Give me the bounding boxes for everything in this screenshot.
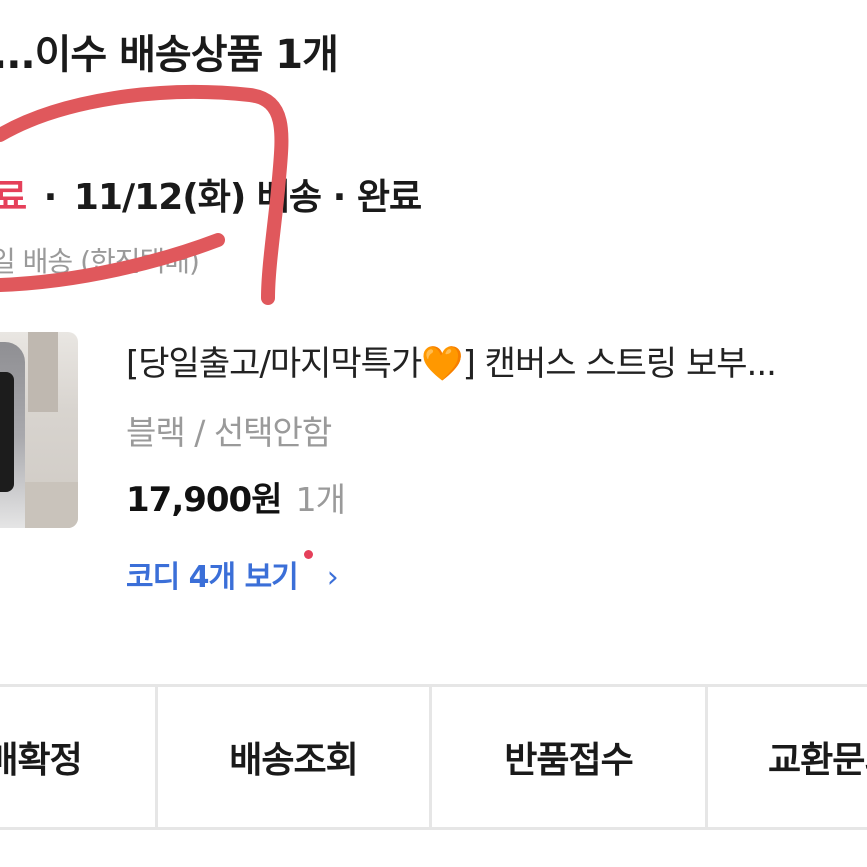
delivery-complete-label: · 완료 bbox=[332, 177, 422, 218]
order-action-bar: 구매확정 배송조회 반품접수 교환문의 bbox=[0, 684, 867, 830]
status-separator: · bbox=[43, 177, 58, 218]
product-name-suffix: ] 캔버스 스트링 보부... bbox=[462, 344, 777, 384]
coordi-link-label: 코디 4개 보기 bbox=[126, 560, 299, 595]
new-badge-dot bbox=[303, 550, 313, 559]
product-price: 17,900원 bbox=[126, 480, 282, 520]
product-name-prefix: [당일출고/마지막특가 bbox=[126, 344, 422, 384]
product-name[interactable]: [당일출고/마지막특가🧡] 캔버스 스트링 보부... bbox=[126, 336, 777, 385]
thumbnail-background bbox=[28, 332, 58, 412]
price-row: 17,900원 1개 bbox=[126, 472, 346, 521]
seller-shipping-title: ...이수 배송상품 1개 bbox=[0, 32, 339, 78]
chevron-right-icon: › bbox=[326, 560, 339, 595]
delivery-status-line: 료 · 11/12(화) 배송 · 완료 bbox=[0, 168, 422, 220]
order-detail-page: ...이수 배송상품 1개 료 · 11/12(화) 배송 · 완료 일 배송 … bbox=[0, 0, 867, 867]
product-quantity: 1개 bbox=[295, 480, 346, 519]
thumbnail-bag bbox=[0, 372, 14, 492]
product-thumbnail[interactable] bbox=[0, 332, 78, 528]
return-request-button[interactable]: 반품접수 bbox=[432, 687, 708, 827]
status-label: 료 bbox=[0, 177, 27, 218]
delivery-date: 11/12(화) 배송 bbox=[73, 177, 322, 218]
confirm-purchase-button[interactable]: 구매확정 bbox=[0, 687, 158, 827]
orange-heart-icon: 🧡 bbox=[421, 344, 463, 384]
view-coordi-link[interactable]: 코디 4개 보기 › bbox=[126, 550, 339, 596]
shipping-method: 일 배송 (한진택배) bbox=[0, 245, 200, 278]
exchange-inquiry-button[interactable]: 교환문의 bbox=[708, 687, 867, 827]
track-delivery-button[interactable]: 배송조회 bbox=[158, 687, 432, 827]
product-option: 블랙 / 선택안함 bbox=[126, 413, 332, 452]
